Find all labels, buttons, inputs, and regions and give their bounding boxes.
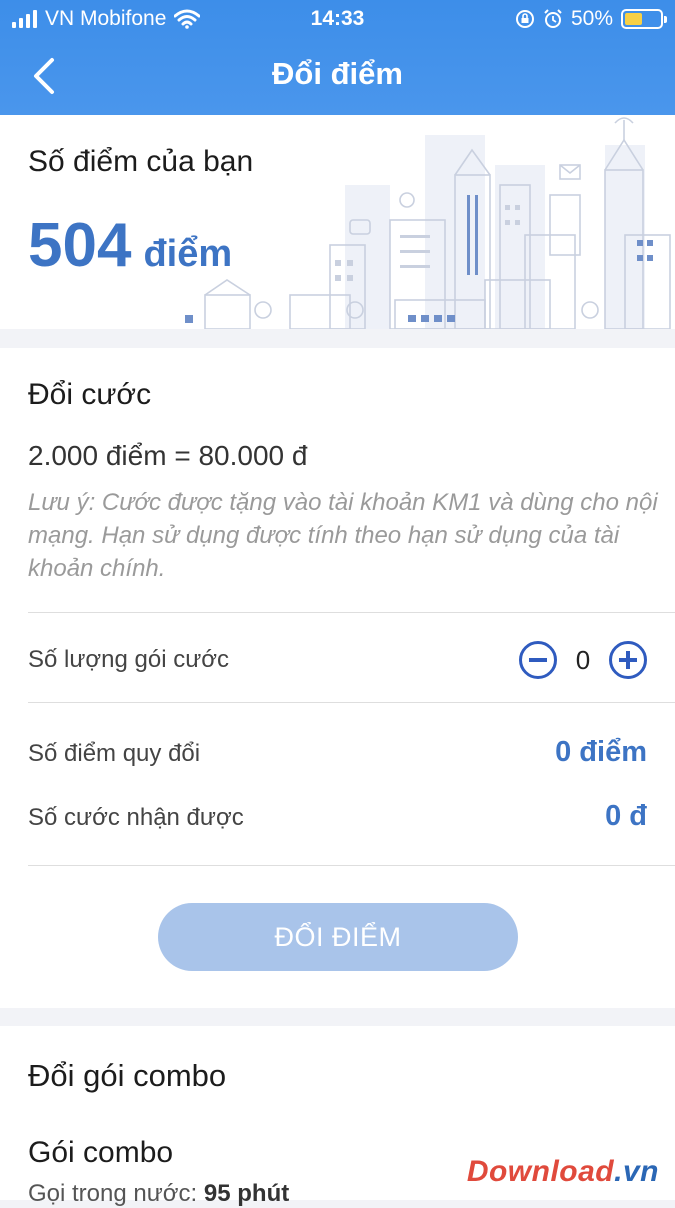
battery-percent: 50% [570,7,613,30]
quantity-stepper[interactable]: 0 [519,641,647,679]
combo-detail-label: Gọi trong nước: [28,1180,198,1207]
exchange-title: Đổi cước [28,378,152,411]
lock-rotation-icon [515,10,534,28]
combo-detail: Gọi trong nước: 95 phút [28,1180,289,1208]
divider [28,702,675,703]
exchange-note: Lưu ý: Cước được tặng vào tài khoản KM1 … [28,489,658,582]
watermark-logo: Download.vn [467,1155,659,1189]
points-number: 504 [28,211,132,280]
city-illustration [185,117,671,329]
page-title: Đổi điểm [272,56,403,91]
battery-icon [621,9,667,29]
combo-detail-value: 95 phút [203,1180,290,1207]
redeem-points-button[interactable]: ĐỔI ĐIỂM [158,903,518,971]
converted-points-value: 0 điểm [555,736,647,768]
exchange-rate: 2.000 điểm = 80.000 đ [28,440,308,471]
alarm-icon [544,9,562,28]
points-card: Số điểm của bạn 504 điểm [0,115,675,329]
plus-circle-icon[interactable] [609,641,647,679]
converted-points-label: Số điểm quy đổi [28,740,201,767]
watermark-tld: .vn [614,1155,659,1188]
watermark-brand: Download [466,1155,615,1188]
app-header: VN Mobifone 14:33 50% Đổi điểm [0,0,675,115]
minus-circle-icon[interactable] [519,641,557,679]
quantity-value: 0 [575,644,591,675]
status-bar: VN Mobifone 14:33 50% [0,0,675,38]
received-credit-label: Số cước nhận được [28,804,244,831]
quantity-label: Số lượng gói cước [28,646,230,673]
divider [28,865,675,866]
combo-subtitle: Gói combo [28,1136,174,1169]
received-credit-value: 0 đ [605,800,647,832]
divider [28,612,675,613]
exchange-panel: Đổi cước 2.000 điểm = 80.000 đ Lưu ý: Cư… [0,348,675,1008]
combo-title: Đổi gói combo [28,1058,227,1093]
